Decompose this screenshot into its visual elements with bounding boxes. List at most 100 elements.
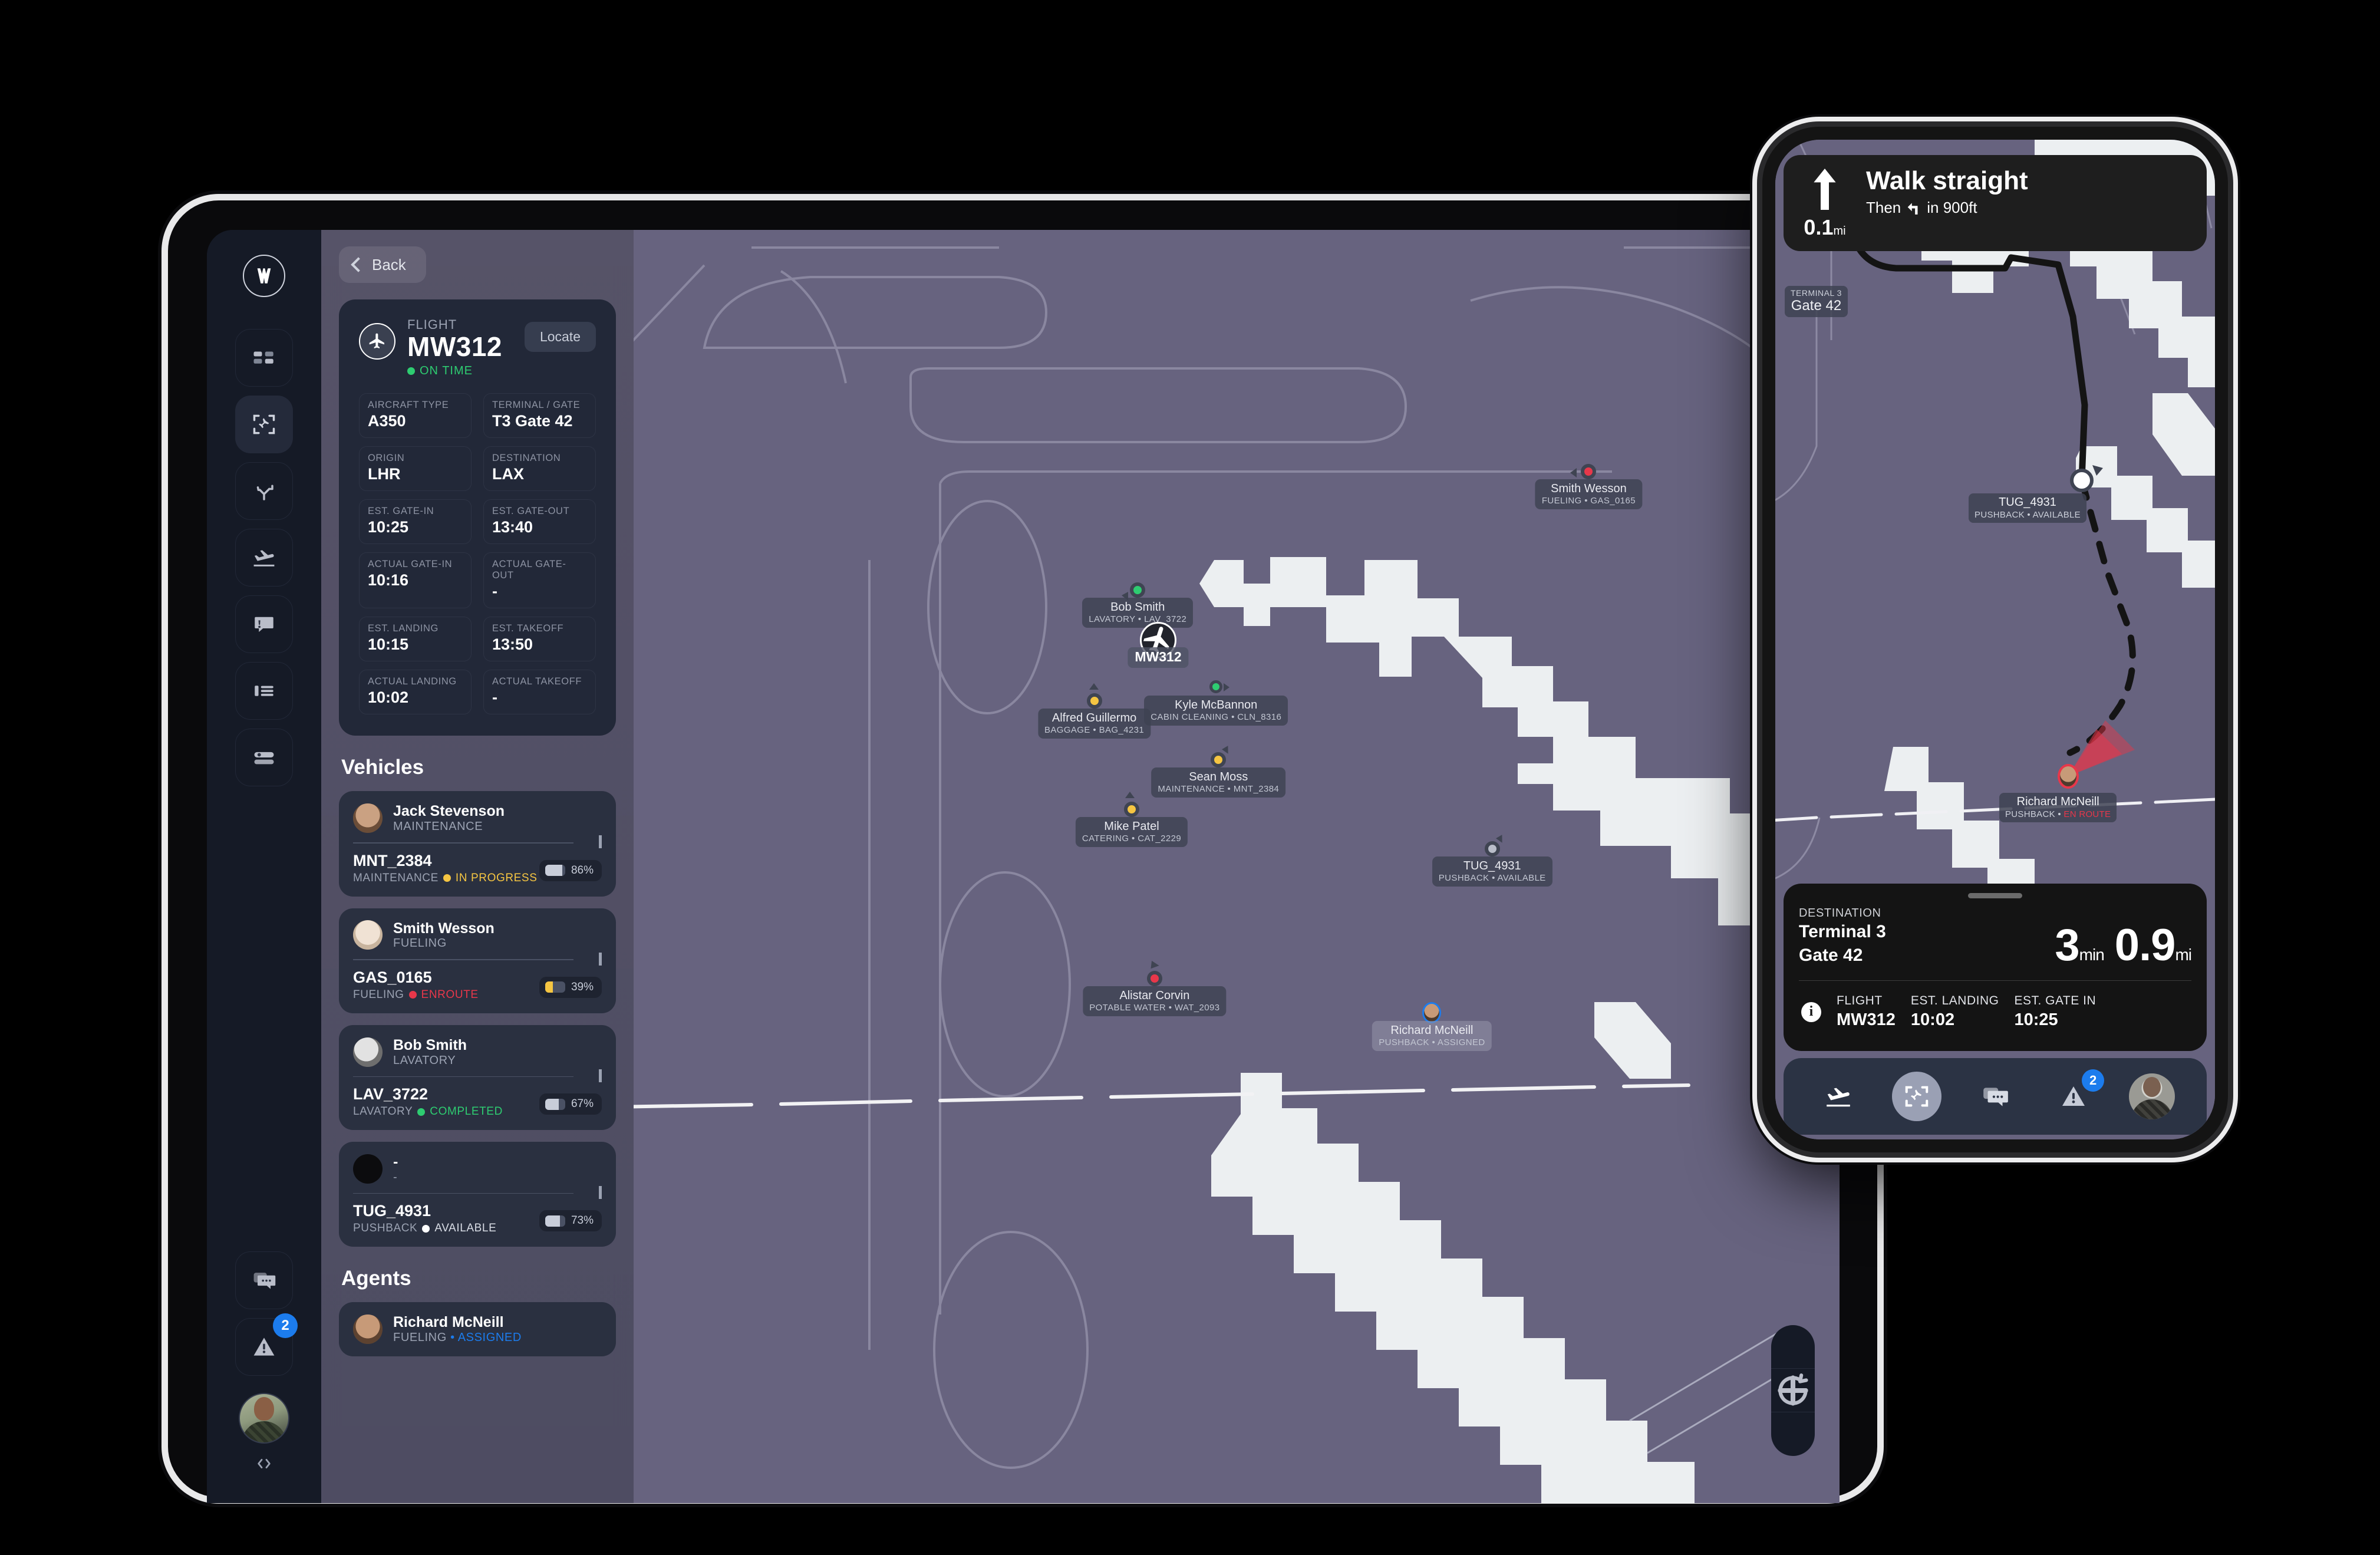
vehicles-section-title: Vehicles <box>341 756 424 779</box>
nav-item-alerts[interactable]: 2 <box>2049 1069 2105 1121</box>
sheet-field-flight: FLIGHT MW312 <box>1837 994 1896 1029</box>
nexus-logo[interactable] <box>243 255 285 297</box>
flight-marker-mw312[interactable]: MW312 <box>1128 621 1189 668</box>
sidebar-item-routes[interactable] <box>235 462 293 520</box>
status-dot <box>417 1108 426 1116</box>
locate-button[interactable]: Locate <box>524 322 596 352</box>
nav-item-flight-scan[interactable] <box>1891 1072 1941 1121</box>
heading-arrow-icon <box>1089 683 1099 690</box>
marker-dot <box>1211 752 1227 767</box>
vehicle-card-mnt-2384[interactable]: Jack Stevenson MAINTENANCE MNT_2384 MAIN… <box>339 791 616 897</box>
map-marker-sean-moss[interactable]: Sean Moss MAINTENANCE • MNT_2384 <box>1151 743 1286 798</box>
map-marker-alfred-guillermo[interactable]: Alfred Guillermo BAGGAGE • BAG_4231 <box>1037 683 1151 739</box>
status-dot <box>408 991 417 999</box>
flight-fields-grid: AIRCRAFT TYPE A350 TERMINAL / GATE T3 Ga… <box>359 393 596 715</box>
chevron-right-icon[interactable] <box>599 1069 602 1083</box>
divider <box>353 959 573 960</box>
sidebar-item-alerts[interactable]: 2 <box>235 1313 298 1376</box>
marker-label: Sean Moss MAINTENANCE • MNT_2384 <box>1151 767 1286 798</box>
vehicle-id: LAV_3722 <box>353 1085 428 1103</box>
marker-label: Bob Smith LAVATORY • LAV_3722 <box>1082 598 1194 628</box>
screenshot-stage: 2 Back FLIGHT MW312 ON TIME Locate AIRCR… <box>0 0 2380 1555</box>
agent-map-avatar[interactable] <box>2058 764 2079 789</box>
field-label: AIRCRAFT TYPE <box>368 400 449 411</box>
tug-map-tag: TUG_4931 PUSHBACK • AVAILABLE <box>1969 493 2086 523</box>
status-badge: COMPLETED <box>430 1105 503 1118</box>
vehicle-card-tug-4931[interactable]: - - TUG_4931 PUSHBACK AVAILABLE 73% <box>339 1142 616 1247</box>
nav-item-messages[interactable] <box>1970 1072 2020 1121</box>
chevron-right-icon[interactable] <box>599 1186 602 1200</box>
heading-arrow-icon <box>1224 683 1230 692</box>
avatar <box>353 1314 383 1345</box>
field-label: ORIGIN <box>368 453 405 464</box>
field-actual-gate-in: ACTUAL GATE-IN 10:16 <box>359 552 472 609</box>
field-terminal-gate: TERMINAL / GATE T3 Gate 42 <box>483 393 596 439</box>
divider <box>353 1076 573 1078</box>
avatar[interactable] <box>239 1393 289 1444</box>
agent-name: Richard McNeill <box>393 1314 504 1331</box>
marker-dot <box>1130 582 1146 598</box>
field-value: T3 Gate 42 <box>492 412 573 430</box>
destination-label: DESTINATION <box>1799 907 1881 920</box>
battery-indicator: 86% <box>539 859 602 881</box>
field-label: ACTUAL LANDING <box>368 676 457 687</box>
vehicle-service: MAINTENANCE <box>353 871 439 884</box>
map-marker-bob-smith[interactable]: Bob Smith LAVATORY • LAV_3722 <box>1082 582 1194 628</box>
sheet-field-est-gate-in: EST. GATE IN 10:25 <box>2014 994 2096 1029</box>
airport-map[interactable]: Smith Wesson FUELING • GAS_0165 Bob Smit… <box>634 230 1840 1503</box>
nav-item-arrivals[interactable] <box>1814 1072 1863 1121</box>
sidebar-item-alerts-messages[interactable] <box>235 595 293 653</box>
aircraft-scan-icon <box>1905 1086 1929 1107</box>
tablet-device: 2 Back FLIGHT MW312 ON TIME Locate AIRCR… <box>168 200 1877 1503</box>
alerts-badge: 2 <box>273 1313 298 1338</box>
zoom-out-button[interactable] <box>1771 1388 1815 1456</box>
sidebar-item-messages[interactable] <box>235 1251 293 1309</box>
marker-dot <box>1086 693 1102 709</box>
vehicle-card-gas-0165[interactable]: Smith Wesson FUELING GAS_0165 FUELING EN… <box>339 908 616 1013</box>
map-canvas <box>634 230 1840 1503</box>
code-brackets-icon[interactable] <box>252 1454 276 1476</box>
arrow-straight-icon <box>1814 169 1836 210</box>
field-est-landing: EST. LANDING 10:15 <box>359 617 472 662</box>
map-marker-smith-wesson[interactable]: Smith Wesson FUELING • GAS_0165 <box>1535 464 1643 510</box>
map-marker-kyle-mcbannon[interactable]: Kyle McBannon CABIN CLEANING • CLN_8316 <box>1144 680 1288 726</box>
vehicle-operator-name: Bob Smith <box>393 1036 467 1053</box>
map-marker-alistar-corvin[interactable]: Alistar Corvin POTABLE WATER • WAT_2093 <box>1083 958 1227 1017</box>
chevron-right-icon[interactable] <box>599 835 602 849</box>
field-value: 10:16 <box>368 571 409 589</box>
marker-label: Alfred Guillermo BAGGAGE • BAG_4231 <box>1037 709 1151 739</box>
sheet-grabber[interactable] <box>1968 893 2022 899</box>
map-controls[interactable] <box>1771 1325 1815 1456</box>
nav-item-profile[interactable] <box>2127 1072 2177 1121</box>
sidebar-item-list-view[interactable] <box>235 662 293 720</box>
info-icon[interactable]: i <box>1801 1001 1821 1022</box>
marker-label: Richard McNeill PUSHBACK • ASSIGNED <box>1372 1021 1492 1052</box>
vehicle-card-lav-3722[interactable]: Bob Smith LAVATORY LAV_3722 LAVATORY COM… <box>339 1024 616 1131</box>
battery-indicator: 39% <box>539 976 602 998</box>
status-badge: AVAILABLE <box>434 1222 497 1235</box>
agent-card-richard-mcneill[interactable]: Richard McNeill FUELING • ASSIGNED <box>339 1302 616 1357</box>
back-button[interactable]: Back <box>339 246 426 283</box>
field-value: 13:50 <box>492 635 533 654</box>
map-marker-mike-patel[interactable]: Mike Patel CATERING • CAT_2229 <box>1075 791 1188 847</box>
flight-number: MW312 <box>407 331 502 362</box>
nav-distance: 0.1mi <box>1804 215 1846 239</box>
vehicle-service: PUSHBACK <box>353 1222 418 1235</box>
sidebar-item-flights-map[interactable] <box>235 396 293 453</box>
status-dot <box>422 1224 430 1233</box>
field-value: 10:25 <box>368 518 409 536</box>
avatar <box>353 1154 383 1184</box>
sidebar-item-arrivals[interactable] <box>235 529 293 587</box>
heading-arrow-icon <box>1570 468 1577 478</box>
vehicle-status-row: MAINTENANCE IN PROGRESS <box>353 872 537 885</box>
field-actual-gate-out: ACTUAL GATE-OUT - <box>483 552 596 609</box>
field-origin: ORIGIN LHR <box>359 446 472 492</box>
sidebar-item-dashboard[interactable] <box>235 329 293 387</box>
chevron-right-icon[interactable] <box>599 952 602 966</box>
sidebar-item-settings-toggles[interactable] <box>235 729 293 786</box>
map-marker-richard-mcneill[interactable]: Richard McNeill PUSHBACK • ASSIGNED <box>1372 1002 1492 1052</box>
vehicle-operator-role: MAINTENANCE <box>393 820 483 833</box>
heading-arrow-icon <box>1125 791 1135 798</box>
field-actual-landing: ACTUAL LANDING 10:02 <box>359 670 472 715</box>
map-marker-tug-4931[interactable]: TUG_4931 PUSHBACK • AVAILABLE <box>1432 833 1552 887</box>
